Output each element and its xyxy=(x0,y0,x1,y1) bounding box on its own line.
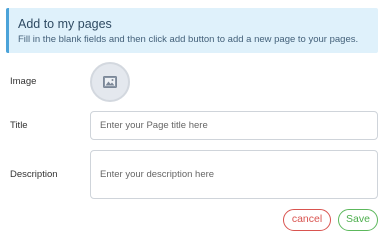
banner-title: Add to my pages xyxy=(18,17,112,31)
description-textarea[interactable] xyxy=(90,150,378,199)
page-title-input[interactable] xyxy=(90,111,378,140)
description-label: Description xyxy=(10,169,58,180)
cancel-button[interactable]: cancel xyxy=(283,209,331,231)
image-upload-button[interactable] xyxy=(90,62,130,102)
info-banner: Add to my pages Fill in the blank fields… xyxy=(6,8,378,53)
banner-text: Fill in the blank fields and then click … xyxy=(18,34,359,45)
save-button[interactable]: Save xyxy=(338,209,378,231)
image-icon xyxy=(103,76,117,88)
title-label: Title xyxy=(10,120,28,131)
image-label: Image xyxy=(10,76,37,87)
